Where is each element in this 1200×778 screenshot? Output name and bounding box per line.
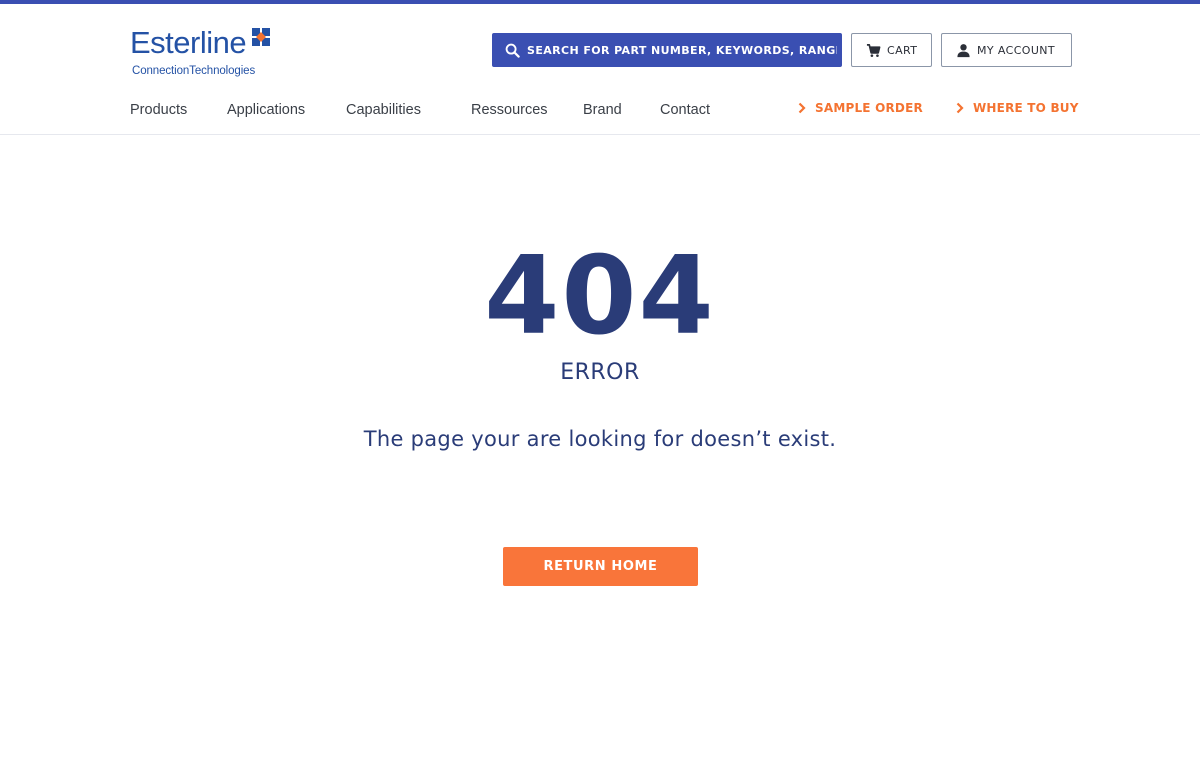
cart-button[interactable]: CART bbox=[851, 33, 932, 67]
nav-products[interactable]: Products bbox=[130, 100, 187, 120]
cart-icon bbox=[866, 43, 881, 58]
nav-contact[interactable]: Contact bbox=[660, 100, 710, 120]
nav-ressources[interactable]: Ressources bbox=[471, 100, 548, 120]
nav-applications[interactable]: Applications bbox=[227, 100, 305, 120]
logo-tagline: ConnectionTechnologies bbox=[132, 65, 256, 77]
where-to-buy-link[interactable]: WHERE TO BUY bbox=[955, 101, 1079, 115]
search-icon bbox=[505, 43, 520, 58]
error-message: The page your are looking for doesn’t ex… bbox=[363, 427, 837, 451]
error-heading: ERROR bbox=[560, 360, 640, 385]
chevron-right-icon bbox=[797, 102, 807, 114]
nav-capabilities[interactable]: Capabilities bbox=[346, 100, 421, 120]
nav-brand[interactable]: Brand bbox=[583, 100, 622, 120]
my-account-label: MY ACCOUNT bbox=[977, 43, 1056, 57]
my-account-button[interactable]: MY ACCOUNT bbox=[941, 33, 1072, 67]
chevron-right-icon bbox=[955, 102, 965, 114]
search-bar[interactable] bbox=[492, 33, 842, 67]
user-icon bbox=[956, 43, 971, 58]
error-code: 404 bbox=[484, 234, 716, 359]
logo-diamond-icon bbox=[252, 28, 270, 46]
sample-order-link[interactable]: SAMPLE ORDER bbox=[797, 101, 923, 115]
where-to-buy-label: WHERE TO BUY bbox=[973, 101, 1079, 115]
cart-label: CART bbox=[887, 43, 918, 57]
site-header: Esterline ConnectionTechnologies SEARCH … bbox=[0, 4, 1200, 135]
search-input[interactable] bbox=[527, 43, 837, 57]
logo-wordmark: Esterline bbox=[130, 25, 247, 60]
brand-logo[interactable]: Esterline ConnectionTechnologies bbox=[130, 26, 276, 82]
sample-order-label: SAMPLE ORDER bbox=[815, 101, 923, 115]
return-home-button[interactable]: RETURN HOME bbox=[503, 547, 698, 586]
